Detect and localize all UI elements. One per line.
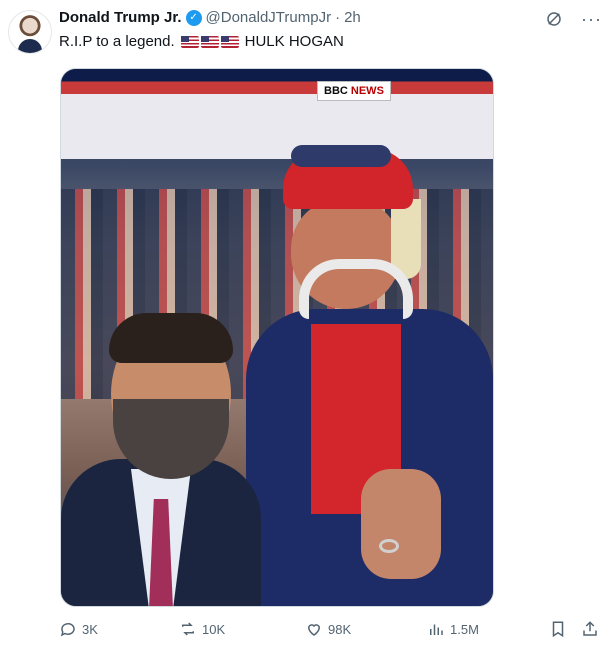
post-action-bar: 3K 10K 98K 1.5M — [59, 620, 599, 640]
reply-count: 3K — [82, 621, 98, 637]
avatar-figure — [18, 39, 42, 53]
separator-dot: · — [335, 9, 341, 26]
post-text: R.I.P to a legend. HULK HOGAN — [59, 33, 344, 50]
views-button[interactable]: 1.5M — [427, 620, 479, 638]
author-name[interactable]: Donald Trump Jr. — [59, 9, 182, 26]
repost-icon — [182, 622, 194, 636]
views-count: 1.5M — [450, 621, 479, 637]
bookmark-button[interactable] — [549, 620, 567, 638]
repost-count: 10K — [202, 621, 226, 637]
repost-button[interactable]: 10K — [179, 620, 225, 638]
grok-icon[interactable] — [545, 10, 563, 28]
post-timestamp[interactable]: 2h — [344, 9, 361, 26]
us-flag-icon — [220, 35, 239, 48]
post-text-trail: HULK HOGAN — [244, 33, 344, 50]
author-handle[interactable]: @DonaldJTrumpJr — [206, 9, 332, 26]
header-actions: ··· — [545, 10, 602, 28]
bbc-news-sign: BBC NEWS — [317, 81, 391, 101]
sunglasses — [291, 145, 391, 167]
us-flag-icon — [200, 35, 219, 48]
more-options-icon[interactable]: ··· — [581, 10, 602, 28]
hulk-hogan-figure — [241, 139, 493, 606]
post-text-lead: R.I.P to a legend. — [59, 33, 175, 50]
share-button[interactable] — [581, 620, 599, 638]
flag-emojis — [180, 35, 239, 48]
bookmark-icon — [552, 621, 564, 638]
bbc-sign-news: NEWS — [350, 85, 384, 97]
dark-hair — [109, 313, 233, 363]
horseshoe-mustache — [299, 259, 413, 319]
bbc-sign-brand: BBC — [324, 85, 348, 97]
us-flag-icon — [180, 35, 199, 48]
reply-button[interactable]: 3K — [59, 620, 98, 638]
like-count: 98K — [328, 621, 352, 637]
ring — [379, 539, 399, 553]
post-header: Donald Trump Jr. ✓ @DonaldJTrumpJr · 2h — [59, 9, 361, 26]
author-avatar[interactable] — [8, 10, 52, 54]
donald-jr-figure — [61, 299, 271, 606]
views-chart-icon — [430, 624, 443, 635]
like-button[interactable]: 98K — [305, 620, 351, 638]
heart-icon — [307, 624, 321, 636]
share-icon — [583, 621, 597, 636]
thumbs-up-hand — [361, 469, 441, 579]
verified-badge-icon: ✓ — [185, 9, 202, 26]
post-photo[interactable]: BBC NEWS — [60, 68, 494, 607]
reply-icon — [60, 622, 75, 637]
